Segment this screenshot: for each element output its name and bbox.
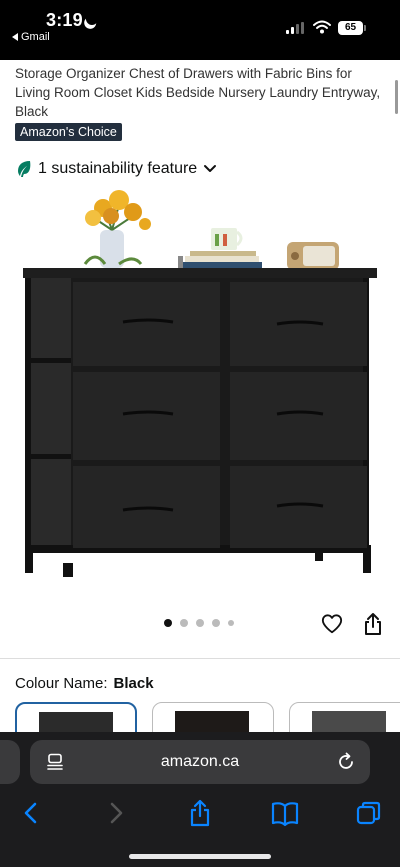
status-time: 3:19 — [46, 10, 83, 30]
wifi-icon — [313, 20, 331, 34]
sustainability-label: 1 sustainability feature — [38, 160, 198, 177]
section-divider — [0, 658, 400, 659]
leaf-icon — [18, 161, 31, 177]
product-page: Storage Organizer Chest of Drawers with … — [0, 60, 400, 732]
browser-toolbar — [0, 792, 400, 832]
dresser — [23, 268, 377, 577]
status-bar: 3:19 Gmail 65 — [0, 0, 400, 60]
pagination-dot[interactable] — [212, 619, 220, 627]
pagination-dot[interactable] — [164, 619, 172, 627]
back-icon[interactable] — [16, 798, 46, 828]
image-pagination-dots[interactable] — [164, 619, 234, 627]
reload-icon[interactable] — [336, 752, 356, 772]
battery-indicator: 65 — [338, 21, 363, 35]
swatch-thumbnail — [312, 711, 386, 732]
signal-icon — [286, 22, 304, 34]
colour-swatch-option[interactable] — [152, 702, 274, 732]
swatch-thumbnail — [175, 711, 249, 732]
product-title[interactable]: Storage Organizer Chest of Drawers with … — [15, 64, 387, 121]
back-to-app-button[interactable]: Gmail — [12, 31, 50, 43]
heart-icon[interactable] — [321, 613, 343, 635]
browser-bottom-bar: amazon.ca — [0, 732, 400, 867]
colour-value: Black — [113, 675, 154, 692]
forward-icon[interactable] — [101, 798, 131, 828]
pagination-dot[interactable] — [228, 620, 234, 626]
books-and-mug-decoration — [178, 228, 262, 268]
tabs-icon[interactable] — [354, 798, 384, 828]
radio-decoration — [287, 242, 339, 270]
moon-icon — [84, 11, 99, 26]
flower-vase-decoration — [83, 190, 151, 268]
colour-name-row: Colour Name: Black — [15, 675, 154, 692]
pagination-dot[interactable] — [180, 619, 188, 627]
back-triangle-icon — [12, 33, 18, 41]
swatch-thumbnail — [39, 712, 113, 732]
pagination-dot[interactable] — [196, 619, 204, 627]
scroll-indicator — [395, 80, 398, 114]
url-text[interactable]: amazon.ca — [30, 753, 370, 771]
amazons-choice-badge: Amazon's Choice — [15, 123, 122, 141]
share-icon[interactable] — [363, 612, 383, 636]
colour-swatch-option[interactable] — [289, 702, 400, 732]
colour-label: Colour Name: — [15, 675, 108, 692]
battery-tip — [364, 25, 366, 31]
address-bar[interactable]: amazon.ca — [30, 740, 370, 784]
share-icon[interactable] — [185, 798, 215, 828]
chevron-down-icon — [204, 165, 217, 172]
bookmarks-icon[interactable] — [270, 798, 300, 828]
sustainability-toggle[interactable]: 1 sustainability feature — [16, 160, 217, 178]
colour-swatch-black[interactable] — [15, 702, 137, 732]
previous-tab-peek[interactable] — [0, 740, 20, 784]
home-indicator[interactable] — [129, 854, 271, 859]
product-image[interactable] — [15, 190, 387, 590]
back-app-label: Gmail — [21, 31, 50, 43]
